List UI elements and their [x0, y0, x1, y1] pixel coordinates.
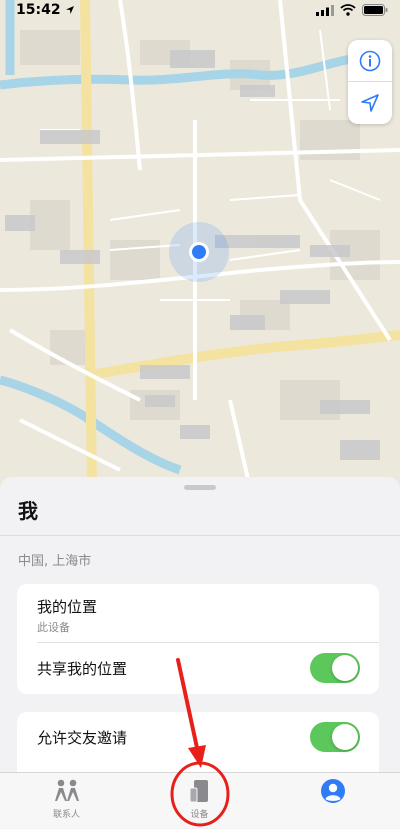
- people-icon: [54, 779, 79, 801]
- toggle-knob: [332, 655, 358, 681]
- sheet-grabber[interactable]: [184, 485, 216, 490]
- share-location-row: 共享我的位置: [17, 643, 379, 694]
- tab-people-label: 联系人: [52, 810, 80, 820]
- tab-bar: 联系人 设备: [0, 772, 400, 828]
- sheet-title: 我: [18, 499, 38, 523]
- current-location-label: 中国, 上海市: [18, 554, 92, 569]
- map-graphic: [0, 0, 400, 488]
- allow-friend-requests-toggle[interactable]: [310, 722, 360, 752]
- wifi-icon: [340, 4, 356, 16]
- my-location-subtitle: 此设备: [37, 621, 70, 634]
- share-location-toggle[interactable]: [310, 653, 360, 683]
- my-location-row[interactable]: 我的位置 此设备: [17, 584, 379, 642]
- status-time: 15:42: [16, 2, 61, 18]
- status-time-group: 15:42: [16, 2, 75, 18]
- person-icon: [320, 779, 345, 803]
- friend-requests-card: 允许交友邀请: [17, 712, 379, 772]
- battery-icon: [362, 4, 388, 16]
- info-button[interactable]: [348, 40, 392, 81]
- info-icon: [359, 50, 381, 71]
- tab-people[interactable]: 联系人: [0, 773, 133, 829]
- location-arrow-icon: [361, 94, 379, 113]
- cellular-signal-icon: [316, 4, 334, 16]
- status-indicators: [316, 4, 388, 16]
- map-controls: [348, 40, 392, 124]
- device-icon: [189, 780, 208, 803]
- location-settings-card: 我的位置 此设备 共享我的位置: [17, 584, 379, 694]
- tab-devices-label: 设备: [190, 810, 209, 820]
- status-bar: 15:42: [0, 0, 400, 20]
- sheet-divider: [0, 535, 400, 536]
- locate-me-button[interactable]: [348, 83, 392, 124]
- toggle-knob: [332, 724, 358, 750]
- map-view[interactable]: [0, 0, 400, 488]
- me-sheet: 我 中国, 上海市 我的位置 此设备 共享我的位置 允许交友邀请: [0, 477, 400, 772]
- share-location-label: 共享我的位置: [37, 660, 128, 678]
- tab-me[interactable]: [266, 773, 399, 829]
- location-services-icon: [65, 6, 74, 14]
- tab-devices[interactable]: 设备: [133, 773, 266, 829]
- allow-friend-requests-label: 允许交友邀请: [37, 729, 128, 747]
- my-location-title: 我的位置: [37, 598, 98, 616]
